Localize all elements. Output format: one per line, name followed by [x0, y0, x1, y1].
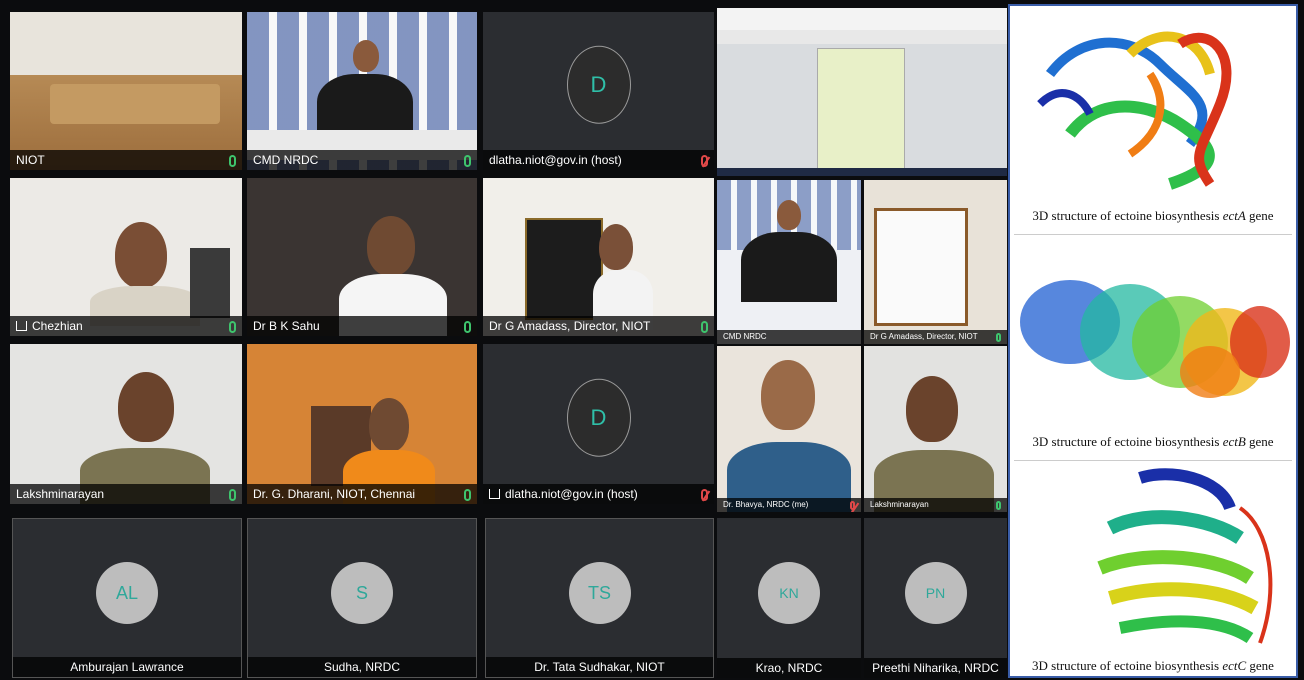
taskbar: [717, 168, 1007, 176]
mic-on-icon: [229, 489, 236, 501]
participant-name: Chezhian: [10, 316, 242, 336]
ecta-caption: 3D structure of ectoine biosynthesis ect…: [1032, 208, 1274, 223]
share-icon: [16, 321, 27, 331]
held-certificate: [874, 208, 968, 326]
mic-on-icon: [701, 321, 708, 333]
participant-name: dlatha.niot@gov.in (host): [483, 484, 714, 504]
video-tile-preethi[interactable]: PN Preethi Niharika, NRDC: [864, 518, 1007, 678]
video-tile-amadass[interactable]: Dr G Amadass, Director, NIOT: [483, 178, 714, 336]
avatar: PN: [904, 562, 967, 625]
video-tile-dharani[interactable]: Dr. G. Dharani, NIOT, Chennai: [247, 344, 477, 504]
browser-toolbar: [717, 8, 1007, 31]
mic-on-icon: [464, 489, 471, 501]
screen-share-tile[interactable]: [717, 8, 1007, 176]
video-tile-sudha[interactable]: S Sudha, NRDC: [247, 518, 477, 678]
participant-name: Lakshminarayan: [10, 484, 242, 504]
participant-name: dlatha.niot@gov.in (host): [483, 150, 714, 170]
protein-structures-panel: 3D structure of ectoine biosynthesis ect…: [1008, 4, 1298, 678]
participant-name: Lakshminarayan: [864, 498, 1007, 512]
ectb-structure-image: [1020, 280, 1290, 398]
participant-name: Dr G Amadass, Director, NIOT: [483, 316, 714, 336]
participant-name: NIOT: [10, 150, 242, 170]
video-tile-cmd-nrdc[interactable]: CMD NRDC: [247, 12, 477, 170]
participant-name: Sudha, NRDC: [248, 657, 476, 677]
video-tile-bk-sahu[interactable]: Dr B K Sahu: [247, 178, 477, 336]
ectc-caption: 3D structure of ectoine biosynthesis ect…: [1032, 658, 1274, 673]
ecta-structure-image: [1037, 31, 1232, 190]
avatar: D: [566, 45, 631, 124]
participant-name: Krao, NRDC: [717, 658, 861, 678]
participant-name: Dr B K Sahu: [247, 316, 477, 336]
video-tile-cmd-nrdc-small[interactable]: CMD NRDC: [717, 180, 861, 344]
held-folder: [525, 218, 603, 320]
participant-name: Dr G Amadass, Director, NIOT: [864, 330, 1007, 344]
mic-on-icon: [464, 155, 471, 167]
mic-on-icon: [229, 155, 236, 167]
divider: [1014, 460, 1292, 461]
browser-address-bar: [717, 30, 1007, 44]
video-tile-amburajan[interactable]: AL Amburajan Lawrance: [12, 518, 242, 678]
mic-on-icon: [464, 321, 471, 333]
ectb-caption: 3D structure of ectoine biosynthesis ect…: [1032, 434, 1274, 449]
mic-on-icon: [229, 321, 236, 333]
ectc-structure-image: [1097, 468, 1273, 644]
participant-name: Amburajan Lawrance: [13, 657, 241, 677]
video-tile-bhavya[interactable]: Dr. Bhavya, NRDC (me): [717, 346, 861, 512]
mic-on-icon: [996, 333, 1001, 342]
mic-muted-icon: [701, 489, 708, 501]
participant-name: Dr. G. Dharani, NIOT, Chennai: [247, 484, 477, 504]
video-tile-amadass-small[interactable]: Dr G Amadass, Director, NIOT: [864, 180, 1007, 344]
participant-name: Preethi Niharika, NRDC: [864, 658, 1007, 678]
video-tile-lakshminarayan[interactable]: Lakshminarayan: [10, 344, 242, 504]
participant-name: Dr. Tata Sudhakar, NIOT: [486, 657, 713, 677]
divider: [1014, 234, 1292, 235]
video-tile-tata[interactable]: TS Dr. Tata Sudhakar, NIOT: [485, 518, 714, 678]
mic-muted-icon: [850, 501, 855, 510]
shared-document: [817, 48, 905, 176]
avatar: TS: [568, 562, 631, 625]
share-icon: [489, 489, 500, 499]
avatar: D: [566, 378, 631, 457]
participant-name: CMD NRDC: [717, 330, 861, 344]
mic-muted-icon: [701, 155, 708, 167]
avatar: AL: [96, 562, 158, 625]
avatar: KN: [758, 562, 820, 625]
mic-on-icon: [996, 501, 1001, 510]
video-tile-chezhian[interactable]: Chezhian: [10, 178, 242, 336]
avatar: S: [331, 562, 393, 625]
video-tile-niot[interactable]: NIOT: [10, 12, 242, 170]
video-tile-krao[interactable]: KN Krao, NRDC: [717, 518, 861, 678]
participant-name: Dr. Bhavya, NRDC (me): [717, 498, 861, 512]
video-tile-dlatha-host-2[interactable]: D dlatha.niot@gov.in (host): [483, 344, 714, 504]
participant-name: CMD NRDC: [247, 150, 477, 170]
video-tile-dlatha-host[interactable]: D dlatha.niot@gov.in (host): [483, 12, 714, 170]
video-tile-lakshminarayan-small[interactable]: Lakshminarayan: [864, 346, 1007, 512]
